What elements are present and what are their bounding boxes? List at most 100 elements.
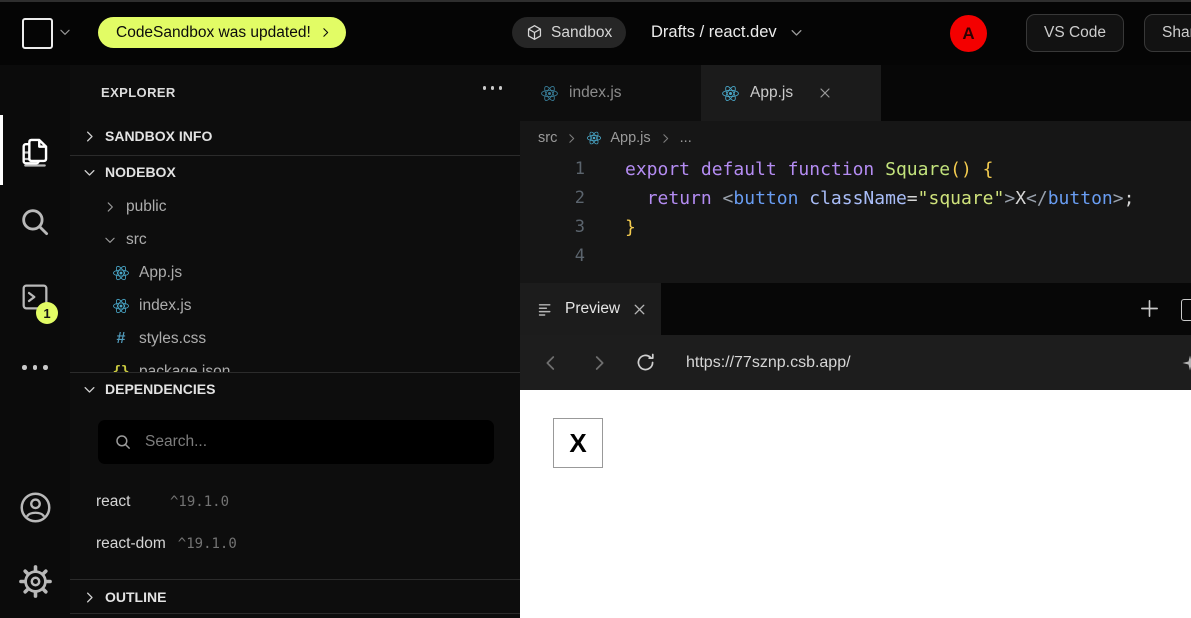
preview-tabs-row: Preview	[520, 283, 1191, 335]
vscode-button[interactable]: VS Code	[1026, 14, 1124, 52]
section-label: NODEBOX	[105, 164, 176, 180]
line-number: 4	[520, 242, 585, 271]
file-app-js[interactable]: App.js	[70, 256, 520, 289]
dependency-search	[98, 420, 494, 464]
dependency-react[interactable]: react ^19.1.0	[96, 493, 229, 511]
code-line[interactable]: 1export default function Square() {	[520, 155, 1191, 184]
preview-url[interactable]: https://77sznp.csb.app/	[686, 354, 851, 372]
close-preview-icon[interactable]	[631, 301, 648, 318]
list-icon	[537, 301, 554, 318]
file-index-js[interactable]: index.js	[70, 289, 520, 322]
codesandbox-logo[interactable]	[22, 18, 53, 49]
terminal-icon[interactable]	[0, 281, 70, 313]
project-breadcrumb[interactable]: Drafts / react.dev	[651, 0, 804, 65]
chevron-right-icon	[82, 129, 97, 144]
add-devtool-icon[interactable]	[1138, 297, 1161, 320]
explorer-sidebar: EXPLORER SANDBOX INFO NODEBOX public src…	[70, 65, 520, 618]
account-icon[interactable]	[0, 491, 70, 524]
settings-gear-icon[interactable]	[0, 565, 70, 598]
divider	[70, 155, 520, 156]
terminal-badge: 1	[36, 302, 58, 324]
update-banner[interactable]: CodeSandbox was updated!	[98, 17, 346, 48]
tab-label: index.js	[569, 84, 622, 102]
react-file-icon	[112, 297, 130, 315]
search-icon	[114, 433, 132, 451]
file-label: package.json	[139, 363, 230, 373]
dependency-search-input[interactable]	[143, 432, 478, 452]
chevron-down-icon	[103, 233, 117, 247]
json-braces-icon: {}	[112, 364, 130, 373]
refresh-icon[interactable]	[628, 351, 662, 374]
chevron-right-icon	[319, 26, 332, 39]
folder-src[interactable]: src	[70, 223, 520, 256]
forward-icon[interactable]	[582, 352, 616, 374]
section-sandbox-info[interactable]: SANDBOX INFO	[70, 123, 520, 149]
dependency-react-dom[interactable]: react-dom ^19.1.0	[96, 535, 237, 553]
section-nodebox[interactable]: NODEBOX	[70, 159, 520, 185]
divider	[70, 372, 520, 373]
share-button[interactable]: Share	[1144, 14, 1191, 52]
chevron-right-icon	[103, 200, 117, 214]
codesandbox-window: CodeSandbox was updated! Sandbox Drafts …	[0, 0, 1191, 618]
code-editor[interactable]: 1export default function Square() {2 ret…	[520, 155, 1191, 283]
section-label: OUTLINE	[105, 589, 166, 605]
folder-label: public	[126, 198, 167, 216]
top-header: CodeSandbox was updated! Sandbox Drafts …	[0, 0, 1191, 65]
project-breadcrumb-label: Drafts / react.dev	[651, 23, 777, 42]
code-line[interactable]: 4	[520, 242, 1191, 271]
sparkle-icon[interactable]	[1180, 353, 1191, 373]
line-number: 3	[520, 213, 585, 242]
folder-public[interactable]: public	[70, 190, 520, 223]
more-options-icon[interactable]	[0, 365, 70, 370]
section-outline[interactable]: OUTLINE	[70, 584, 520, 610]
react-file-icon	[112, 264, 130, 282]
avatar[interactable]: A	[950, 15, 987, 52]
cube-icon	[526, 24, 543, 41]
breadcrumb-folder[interactable]: src	[538, 130, 557, 146]
share-button-label: Share	[1162, 24, 1191, 42]
sandbox-badge[interactable]: Sandbox	[512, 17, 626, 48]
package-version: ^19.1.0	[170, 494, 229, 510]
explorer-files-icon[interactable]	[0, 135, 70, 169]
preview-viewport: X	[520, 390, 1191, 618]
react-file-icon	[540, 84, 559, 103]
update-banner-label: CodeSandbox was updated!	[116, 24, 311, 42]
explorer-more-icon[interactable]	[483, 86, 503, 90]
chevron-down-icon	[82, 165, 97, 180]
chevron-right-icon	[565, 132, 578, 145]
breadcrumb-file[interactable]: App.js	[610, 130, 650, 146]
square-button[interactable]: X	[553, 418, 603, 468]
tab-label: App.js	[750, 84, 793, 102]
file-package-json[interactable]: {} package.json	[70, 355, 520, 372]
explorer-title: EXPLORER	[70, 80, 520, 104]
chevron-down-icon[interactable]	[789, 25, 804, 40]
editor-breadcrumb[interactable]: src App.js ...	[520, 121, 1191, 155]
tab-label: Preview	[565, 300, 620, 318]
back-icon[interactable]	[534, 352, 568, 374]
file-styles-css[interactable]: # styles.css	[70, 322, 520, 355]
file-label: App.js	[139, 264, 182, 282]
close-tab-icon[interactable]	[817, 85, 833, 101]
tab-app-js[interactable]: App.js	[701, 65, 881, 121]
package-name: react-dom	[96, 535, 166, 553]
tab-index-js[interactable]: index.js	[520, 65, 701, 121]
search-icon[interactable]	[0, 205, 70, 239]
code-line[interactable]: 3}	[520, 213, 1191, 242]
sandbox-badge-label: Sandbox	[551, 24, 612, 42]
workspace-chevron-down-icon[interactable]	[58, 25, 72, 39]
chevron-right-icon	[82, 590, 97, 605]
package-name: react	[96, 493, 158, 511]
breadcrumb-more[interactable]: ...	[680, 130, 692, 146]
code-lines: 1export default function Square() {2 ret…	[520, 155, 1191, 271]
css-hash-icon: #	[112, 330, 130, 348]
folder-label: src	[126, 231, 147, 249]
react-file-icon	[586, 130, 602, 146]
section-dependencies[interactable]: DEPENDENCIES	[70, 376, 520, 402]
divider	[70, 613, 520, 614]
open-window-icon[interactable]	[1181, 299, 1191, 321]
code-line[interactable]: 2 return <button className="square">X</b…	[520, 184, 1191, 213]
vscode-button-label: VS Code	[1044, 24, 1106, 42]
tab-preview[interactable]: Preview	[520, 283, 661, 335]
section-label: SANDBOX INFO	[105, 128, 212, 144]
preview-navbar: https://77sznp.csb.app/	[520, 335, 1191, 390]
